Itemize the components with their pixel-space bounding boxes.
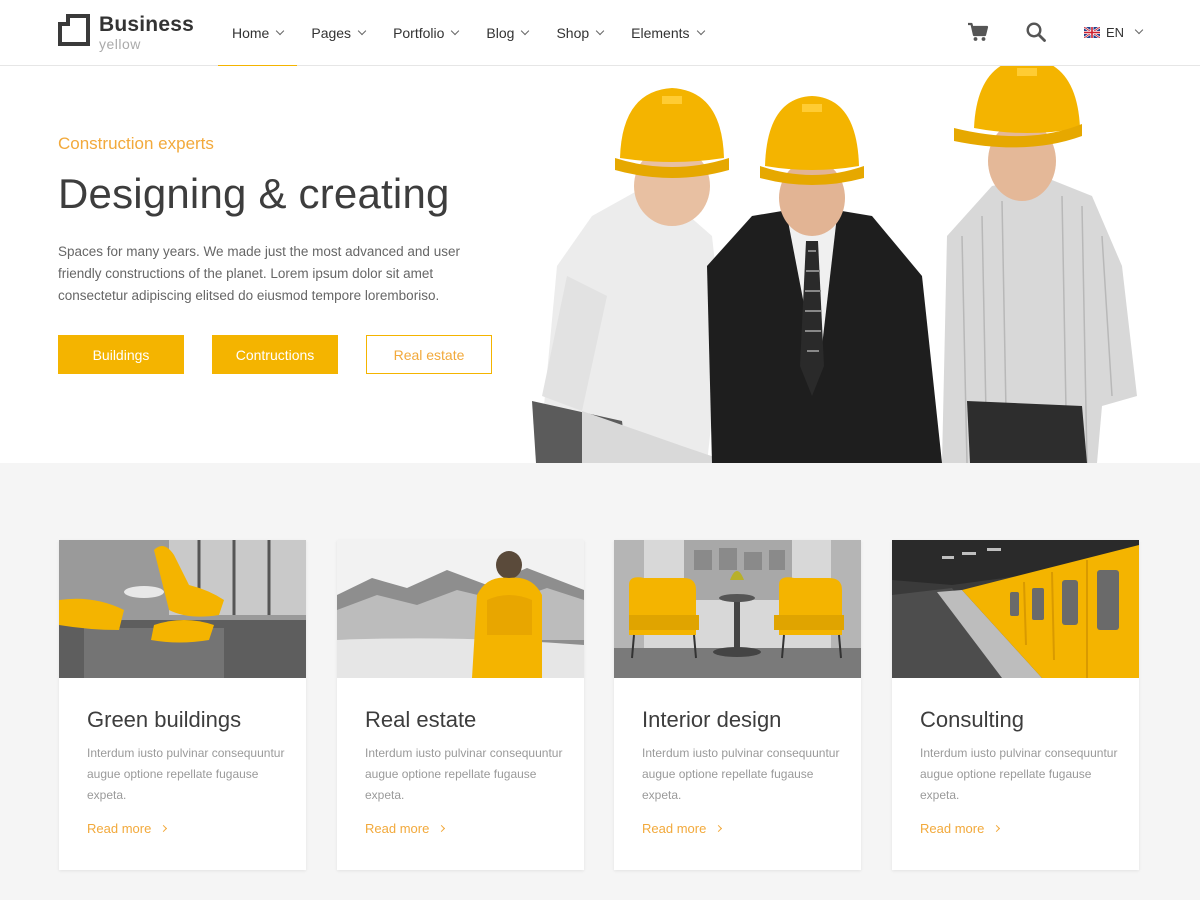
logo-mark-icon (58, 14, 90, 46)
cart-icon[interactable] (967, 21, 989, 43)
hero-description: Spaces for many years. We made just the … (58, 244, 460, 303)
card-text: Interdum iusto pulvinar consequuntur aug… (87, 746, 285, 802)
nav-item-elements[interactable]: Elements (617, 0, 717, 66)
chevron-right-icon (160, 824, 168, 833)
main-nav: Home Pages Portfolio Blog Shop Elements (218, 0, 718, 67)
chevron-down-icon (1134, 25, 1144, 35)
nav-item-home[interactable]: Home (218, 0, 298, 67)
real-estate-button[interactable]: Real estate (366, 335, 492, 374)
read-more-label: Read more (920, 821, 985, 836)
services-section: Green buildings Interdum iusto pulvinar … (0, 463, 1200, 900)
constructions-button[interactable]: Contructions (212, 335, 338, 374)
service-card-real-estate[interactable]: Real estate Interdum iusto pulvinar cons… (337, 540, 584, 870)
read-more-label: Read more (365, 821, 430, 836)
search-icon[interactable] (1025, 21, 1047, 43)
armchairs-room-photo (614, 540, 861, 678)
nav-item-blog[interactable]: Blog (472, 0, 542, 66)
nav-item-pages[interactable]: Pages (297, 0, 379, 66)
card-title: Consulting (920, 707, 1024, 732)
nav-item-portfolio[interactable]: Portfolio (379, 0, 472, 66)
logo-title: Business (99, 13, 194, 36)
chevron-right-icon (993, 824, 1001, 833)
service-card-consulting[interactable]: Consulting Interdum iusto pulvinar conse… (892, 540, 1139, 870)
nav-item-label: Home (232, 25, 270, 41)
chevron-down-icon (357, 26, 367, 36)
chevron-down-icon (595, 26, 605, 36)
read-more-link[interactable]: Read more (365, 821, 446, 836)
logo[interactable]: Business yellow (58, 13, 194, 52)
language-label: EN (1106, 24, 1125, 40)
hero-kicker: Construction experts (58, 134, 214, 153)
service-card-green-buildings[interactable]: Green buildings Interdum iusto pulvinar … (59, 540, 306, 870)
nav-item-label: Shop (556, 25, 590, 41)
chevron-down-icon (696, 26, 705, 36)
hero-title: Designing & creating (58, 170, 450, 217)
mountain-hiker-photo (337, 540, 584, 678)
language-selector[interactable]: EN (1084, 22, 1144, 42)
nav-item-label: Elements (631, 25, 690, 41)
nav-item-label: Pages (311, 25, 352, 41)
hero-section: Construction experts Designing & creatin… (0, 66, 1200, 463)
uk-flag-icon (1084, 26, 1100, 38)
card-text: Interdum iusto pulvinar consequuntur aug… (920, 746, 1118, 802)
site-header: Business yellow Home Pages Portfolio Blo… (0, 0, 1200, 67)
read-more-link[interactable]: Read more (920, 821, 1001, 836)
card-title: Green buildings (87, 707, 242, 732)
lounge-chairs-photo (59, 540, 306, 678)
card-title: Real estate (365, 707, 477, 732)
buildings-button[interactable]: Buildings (58, 335, 184, 374)
read-more-link[interactable]: Read more (642, 821, 723, 836)
nav-item-shop[interactable]: Shop (542, 0, 617, 66)
logo-subtitle: yellow (99, 36, 141, 52)
chevron-right-icon (715, 824, 723, 833)
chevron-down-icon (451, 26, 460, 36)
subway-train-photo (892, 540, 1139, 678)
service-card-interior-design[interactable]: Interior design Interdum iusto pulvinar … (614, 540, 861, 870)
engineers-photo (532, 66, 1137, 463)
read-more-link[interactable]: Read more (87, 821, 168, 836)
read-more-label: Read more (87, 821, 152, 836)
card-title: Interior design (642, 707, 782, 732)
read-more-label: Read more (642, 821, 707, 836)
chevron-down-icon (521, 26, 530, 36)
card-text: Interdum iusto pulvinar consequuntur aug… (365, 746, 563, 802)
chevron-right-icon (438, 824, 446, 833)
chevron-down-icon (276, 26, 285, 36)
nav-item-label: Blog (486, 25, 515, 41)
nav-item-label: Portfolio (393, 25, 445, 41)
card-text: Interdum iusto pulvinar consequuntur aug… (642, 746, 840, 802)
